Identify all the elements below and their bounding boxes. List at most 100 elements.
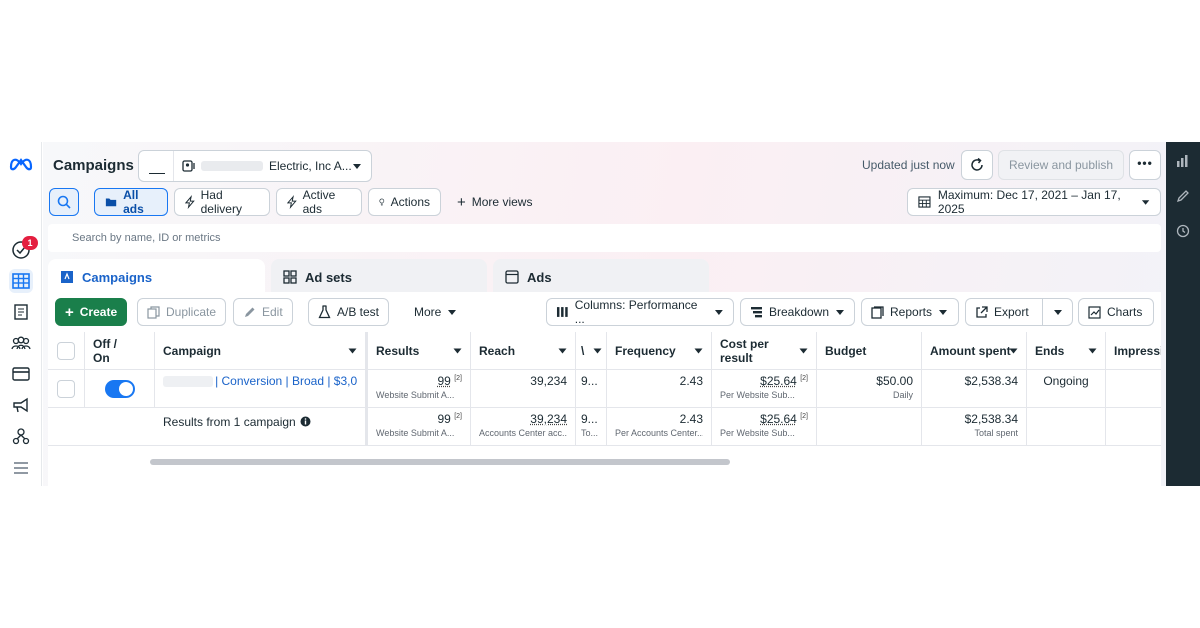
- more-views-button[interactable]: + More views: [447, 188, 547, 216]
- row-results-subtext: Website Submit A...: [376, 390, 455, 400]
- col-header-off-on[interactable]: Off / On: [85, 332, 155, 370]
- create-button[interactable]: + Create: [55, 298, 128, 326]
- chevron-down-icon: [1009, 348, 1018, 354]
- col-header-truncated[interactable]: \: [576, 332, 607, 370]
- col-header-budget-label: Budget: [825, 343, 867, 358]
- more-actions-button[interactable]: More: [405, 298, 466, 326]
- columns-button[interactable]: Columns: Performance ...: [546, 298, 734, 326]
- select-all-checkbox-cell: [48, 332, 85, 370]
- summary-results-cell: 99 [2] Website Submit A...: [366, 408, 471, 446]
- row-results-cell: 99 [2] Website Submit A...: [366, 370, 471, 408]
- all-ads-filter[interactable]: All ads: [94, 188, 168, 216]
- breakdown-label: Breakdown: [768, 305, 830, 319]
- pencil-icon[interactable]: [1176, 189, 1190, 203]
- summary-truncated-subtext: To...: [581, 428, 599, 438]
- lightbulb-icon: [379, 198, 385, 206]
- col-header-ends[interactable]: Ends: [1027, 332, 1106, 370]
- summary-frequency-value: 2.43: [679, 412, 703, 426]
- account-selector[interactable]: Electric, Inc A...: [138, 150, 372, 182]
- row-results-value[interactable]: 99: [438, 374, 451, 388]
- chevron-down-icon: [558, 348, 567, 354]
- date-range-label: Maximum: Dec 17, 2021 – Jan 17, 2025: [937, 188, 1121, 216]
- duplicate-button[interactable]: Duplicate: [137, 298, 227, 326]
- col-header-amount-spent[interactable]: Amount spent: [922, 332, 1027, 370]
- row-toggle-cell: [85, 370, 155, 408]
- tab-ads[interactable]: Ads: [493, 259, 709, 295]
- folder-icon: [105, 198, 117, 207]
- pages-icon[interactable]: [9, 300, 33, 324]
- ads-megaphone-icon[interactable]: [9, 393, 33, 417]
- ab-test-button[interactable]: A/B test: [308, 298, 390, 326]
- more-views-label: More views: [471, 195, 533, 209]
- lightning-icon: [185, 195, 195, 209]
- col-header-frequency[interactable]: Frequency: [607, 332, 712, 370]
- review-and-publish-button[interactable]: Review and publish: [998, 150, 1124, 180]
- plus-icon: +: [457, 193, 466, 211]
- audiences-icon[interactable]: [9, 331, 33, 355]
- col-header-impressions[interactable]: Impressio: [1106, 332, 1161, 370]
- col-header-frequency-label: Frequency: [615, 343, 676, 358]
- search-input[interactable]: Search by name, ID or metrics: [48, 224, 1161, 252]
- col-header-results[interactable]: Results: [366, 332, 471, 370]
- refresh-button[interactable]: [961, 150, 993, 180]
- col-header-campaign-label: Campaign: [163, 343, 222, 358]
- edit-button[interactable]: Edit: [233, 298, 293, 326]
- info-icon[interactable]: [300, 416, 311, 427]
- campaigns-grid-icon[interactable]: [9, 269, 33, 293]
- more-options-button[interactable]: •••: [1129, 150, 1161, 180]
- refresh-icon: [971, 157, 983, 171]
- table-horizontal-scrollbar[interactable]: [150, 459, 730, 465]
- summary-label: Results from 1 campaign: [163, 415, 296, 429]
- campaigns-panel: + Create Duplicate Edit A/B test More Co…: [48, 292, 1161, 486]
- active-ads-label: Active ads: [302, 188, 336, 216]
- col-header-reach[interactable]: Reach: [471, 332, 576, 370]
- col-header-budget[interactable]: Budget: [817, 332, 922, 370]
- active-ads-filter[interactable]: Active ads: [276, 188, 362, 216]
- reports-label: Reports: [890, 305, 933, 319]
- events-icon[interactable]: [9, 424, 33, 448]
- row-budget-value[interactable]: $50.00: [825, 374, 913, 388]
- all-ads-label: All ads: [123, 188, 144, 216]
- actions-filter[interactable]: Actions: [368, 188, 441, 216]
- chevron-down-icon: [348, 348, 357, 354]
- search-toggle-button[interactable]: [49, 188, 79, 216]
- reports-button[interactable]: Reports: [861, 298, 959, 326]
- tab-ad-sets[interactable]: Ad sets: [271, 259, 487, 295]
- row-cpr-value[interactable]: $25.64: [760, 374, 797, 388]
- export-dropdown-button[interactable]: [1042, 298, 1073, 326]
- row-campaign-cell: | Conversion | Broad | $3,00...: [155, 370, 366, 408]
- ads-manager-main: Campaigns Electric, Inc A... Updated jus…: [43, 142, 1166, 486]
- edit-label: Edit: [262, 305, 283, 319]
- summary-cpr-value[interactable]: $25.64: [760, 412, 797, 426]
- chevron-down-icon: [1053, 309, 1062, 315]
- date-range-picker[interactable]: Maximum: Dec 17, 2021 – Jan 17, 2025: [907, 188, 1161, 216]
- row-cpr-subtext: Per Website Sub...: [720, 390, 795, 400]
- billing-icon[interactable]: [9, 362, 33, 386]
- summary-reach-value[interactable]: 39,234: [479, 412, 567, 426]
- campaign-on-off-toggle[interactable]: [104, 379, 135, 398]
- chevron-down-icon: [799, 348, 808, 354]
- select-all-checkbox[interactable]: [57, 341, 75, 360]
- had-delivery-filter[interactable]: Had delivery: [174, 188, 270, 216]
- ab-test-label: A/B test: [337, 305, 380, 319]
- col-header-cpr-line1: Cost per: [720, 336, 769, 351]
- row-checkbox[interactable]: [57, 379, 75, 398]
- export-button[interactable]: Export: [965, 298, 1043, 326]
- history-clock-icon[interactable]: [1176, 224, 1190, 238]
- col-header-results-label: Results: [376, 343, 420, 358]
- breakdown-button[interactable]: Breakdown: [740, 298, 855, 326]
- col-header-cost-per-result[interactable]: Cost per result: [712, 332, 817, 370]
- chevron-down-icon: [939, 309, 948, 315]
- row-results-footnote: [2]: [454, 375, 462, 382]
- chevron-down-icon: [715, 309, 724, 315]
- menu-icon[interactable]: [9, 456, 33, 480]
- row-ends-value: Ongoing: [1043, 374, 1089, 388]
- charts-button[interactable]: Charts: [1078, 298, 1154, 326]
- meta-logo[interactable]: [8, 154, 34, 172]
- summary-truncated-value: 9...: [581, 412, 598, 426]
- campaign-name-link[interactable]: | Conversion | Broad | $3,00...: [215, 374, 357, 388]
- tab-campaigns[interactable]: Campaigns: [48, 259, 265, 295]
- bar-chart-icon[interactable]: [1176, 154, 1190, 168]
- col-header-impressions-label: Impressio: [1114, 343, 1161, 358]
- col-header-campaign[interactable]: Campaign: [155, 332, 366, 370]
